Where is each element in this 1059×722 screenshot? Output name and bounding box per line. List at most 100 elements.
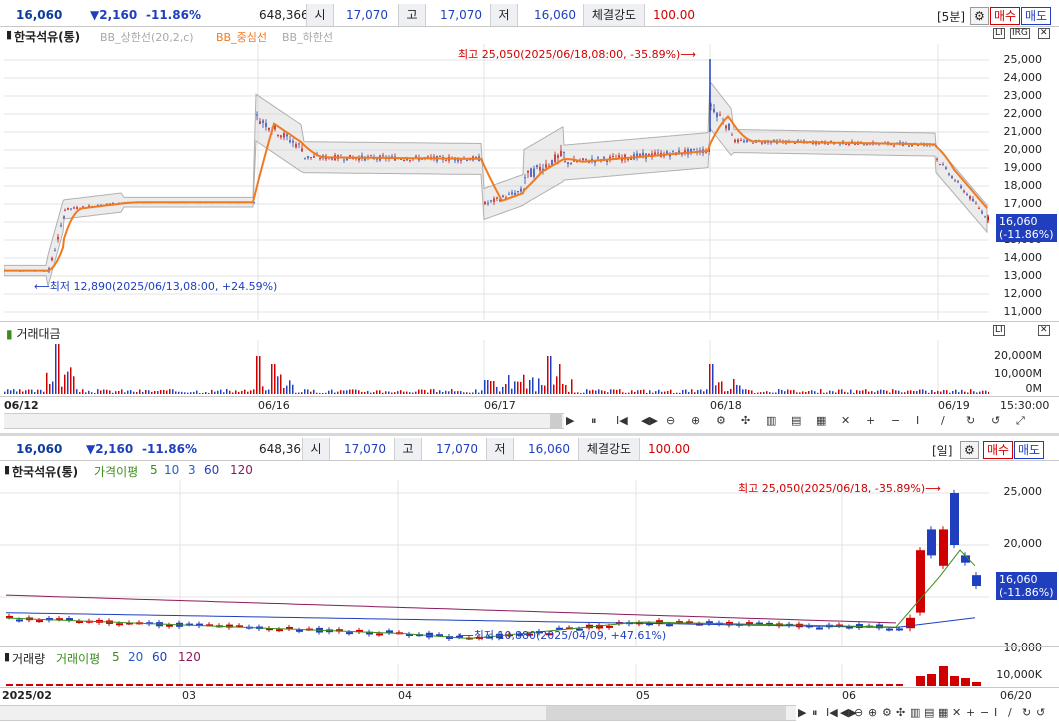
volume-bar: [493, 380, 495, 394]
volume-bar: [280, 374, 282, 394]
volume-bar: [649, 390, 651, 394]
volume-bar: [673, 392, 675, 394]
toolbar-tool-8-icon[interactable]: ▥: [766, 414, 776, 427]
panel-close-icon-2[interactable]: ✕: [1038, 325, 1050, 336]
volume-bar: [7, 389, 9, 394]
sell-button-2[interactable]: 매도: [1014, 441, 1045, 459]
toolbar-tool-15-icon[interactable]: /: [941, 414, 945, 427]
volume-bar: [100, 390, 102, 394]
daily-volume-bar: [336, 684, 343, 686]
toolbar-tool-5-icon[interactable]: ⊕: [691, 414, 700, 427]
toolbar-tool-11-icon[interactable]: ✕: [952, 706, 961, 719]
volume-title-text: 거래대금: [16, 327, 61, 341]
volume-bar: [526, 388, 528, 394]
daily-volume-bar: [716, 684, 723, 686]
toolbar-tool-9-icon[interactable]: ▤: [924, 706, 934, 719]
volume-bar: [757, 392, 759, 394]
volume-bar: [454, 391, 456, 394]
volume-bar: [367, 390, 369, 394]
volume-bar: [172, 389, 174, 394]
toolbar-tool-3-icon[interactable]: ◀▶: [641, 414, 658, 427]
toolbar-tool-1-icon[interactable]: ⏸: [591, 414, 597, 428]
volume-bar: [715, 385, 717, 394]
volume-bar: [667, 390, 669, 394]
daily-volume-bar: [136, 684, 143, 686]
volume-bar: [304, 389, 306, 394]
toolbar-tool-13-icon[interactable]: −: [891, 414, 900, 427]
toolbar-tool-5-icon[interactable]: ⊕: [868, 706, 877, 719]
daily-volume-bar: [736, 684, 743, 686]
toolbar-tool-15-icon[interactable]: /: [1008, 706, 1012, 719]
daily-volume-bar: [766, 684, 773, 686]
legend-ma3: 3: [188, 463, 196, 477]
daily-volume-bar: [456, 684, 463, 686]
volume-bar: [49, 384, 51, 394]
volume-bar: [472, 392, 474, 394]
daily-volume-bar: [316, 684, 323, 686]
daily-volume-bar: [96, 684, 103, 686]
bottom-price-box: 16,060 (-11.86%): [996, 572, 1057, 600]
volume-bar: [661, 391, 663, 394]
toolbar-tool-16-icon[interactable]: ↻: [966, 414, 975, 427]
volume-bar: [559, 364, 561, 394]
volume-bar: [544, 385, 546, 394]
toolbar-tool-7-icon[interactable]: ✣: [896, 706, 905, 719]
panel-tag-li[interactable]: LI: [993, 28, 1005, 39]
buy-button[interactable]: 매수: [990, 7, 1021, 25]
toolbar-tool-10-icon[interactable]: ▦: [816, 414, 826, 427]
toolbar-tool-4-icon[interactable]: ⊖: [666, 414, 675, 427]
volume-bar: [169, 389, 171, 394]
daily-volume-bar: [126, 684, 133, 686]
volume-bar: [871, 391, 873, 394]
toolbar-tool-11-icon[interactable]: ✕: [841, 414, 850, 427]
toolbar-tool-2-icon[interactable]: I◀: [616, 414, 628, 427]
period-select[interactable]: [5분]: [937, 8, 965, 25]
volume-bar: [13, 389, 15, 394]
buy-button-2[interactable]: 매수: [983, 441, 1014, 459]
top-scrollbar[interactable]: [4, 413, 564, 429]
bottom-scrollbar[interactable]: [0, 705, 796, 721]
toolbar-tool-6-icon[interactable]: ⚙: [716, 414, 726, 427]
toolbar-tool-17-icon[interactable]: ↺: [1036, 706, 1045, 719]
panel-tag-irg[interactable]: IRG: [1010, 28, 1030, 39]
toolbar-tool-17-icon[interactable]: ↺: [991, 414, 1000, 427]
volume-bar: [817, 392, 819, 394]
toolbar-tool-0-icon[interactable]: ▶: [566, 414, 574, 427]
toolbar-tool-12-icon[interactable]: +: [966, 706, 975, 719]
panel-tag-li-2[interactable]: LI: [993, 325, 1005, 336]
daily-volume-bar: [566, 684, 573, 686]
x-label-0612: 06/12: [4, 399, 39, 412]
toolbar-tool-14-icon[interactable]: I: [916, 414, 919, 427]
toolbar-tool-12-icon[interactable]: +: [866, 414, 875, 427]
settings-gear-icon-2[interactable]: ⚙: [960, 441, 979, 459]
toolbar-tool-1-icon[interactable]: ⏸: [812, 706, 818, 720]
daily-volume-bar: [356, 684, 363, 686]
volume-bar: [931, 390, 933, 394]
toolbar-tool-0-icon[interactable]: ▶: [798, 706, 806, 719]
settings-gear-icon[interactable]: ⚙: [970, 7, 989, 25]
toolbar-tool-14-icon[interactable]: I: [994, 706, 997, 719]
toolbar-tool-4-icon[interactable]: ⊖: [854, 706, 863, 719]
volume-bar: [643, 389, 645, 394]
volume-bar: [580, 392, 582, 394]
toolbar-tool-7-icon[interactable]: ✣: [741, 414, 750, 427]
toolbar-tool-10-icon[interactable]: ▦: [938, 706, 948, 719]
toolbar-tool-13-icon[interactable]: −: [980, 706, 989, 719]
volume-bar: [424, 389, 426, 394]
legend-ma-title: 가격이평: [94, 465, 139, 479]
toolbar-tool-2-icon[interactable]: I◀: [826, 706, 838, 719]
volume-bar: [409, 392, 411, 394]
panel-close-icon[interactable]: ✕: [1038, 28, 1050, 39]
volume-bar: [220, 389, 222, 394]
sell-button[interactable]: 매도: [1021, 7, 1052, 25]
volume-bar: [127, 390, 129, 394]
toolbar-tool-16-icon[interactable]: ↻: [1022, 706, 1031, 719]
toolbar-tool-8-icon[interactable]: ▥: [910, 706, 920, 719]
toolbar-tool-18-icon[interactable]: ⤢: [1016, 414, 1025, 428]
toolbar-tool-6-icon[interactable]: ⚙: [882, 706, 892, 719]
volume-bar: [712, 364, 714, 394]
volume-bar: [685, 389, 687, 394]
toolbar-tool-9-icon[interactable]: ▤: [791, 414, 801, 427]
volume-bar: [109, 390, 111, 394]
period-select-2[interactable]: [일]: [932, 442, 952, 459]
